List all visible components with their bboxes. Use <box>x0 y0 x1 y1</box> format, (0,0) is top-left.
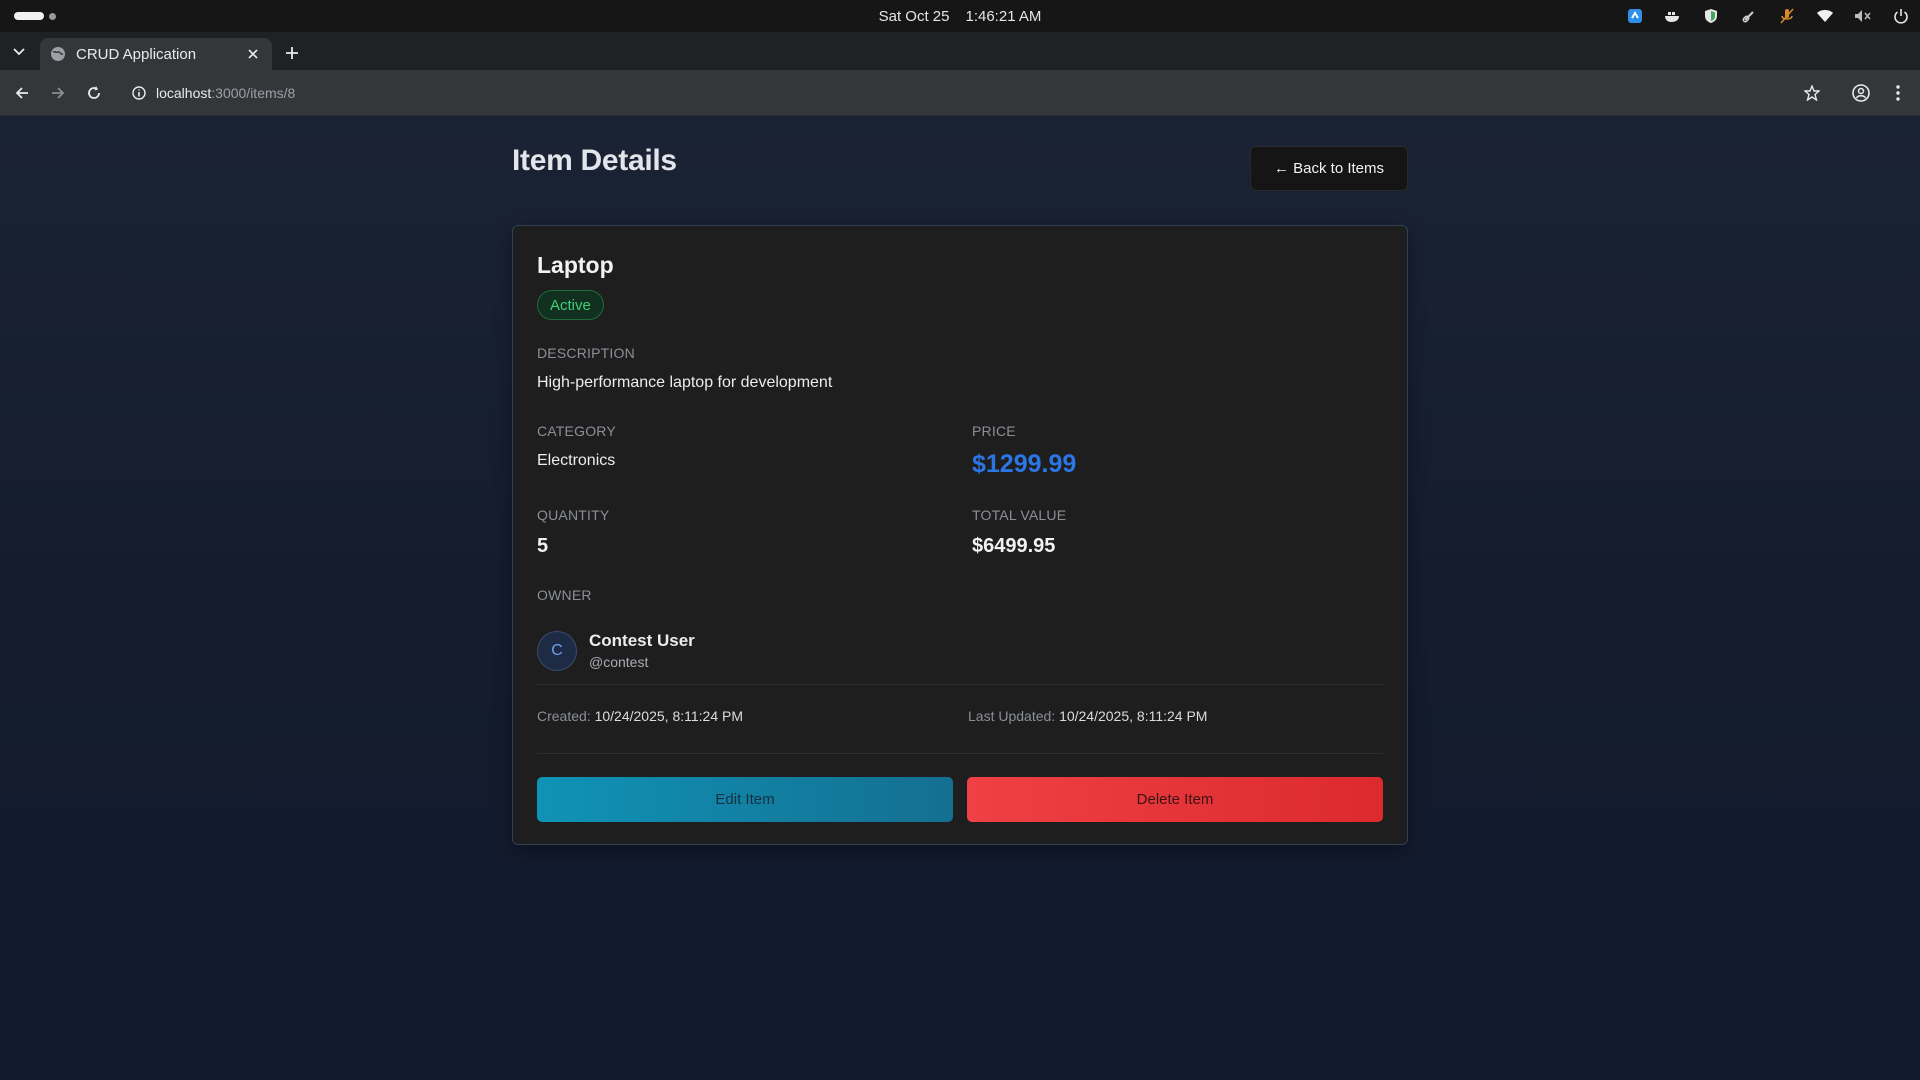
updated-value: 10/24/2025, 8:11:24 PM <box>1059 708 1208 724</box>
browser-toolbar: localhost:3000/items/8 <box>0 70 1920 116</box>
url-text[interactable]: localhost:3000/items/8 <box>156 85 295 101</box>
category-label: CATEGORY <box>537 423 616 439</box>
profile-button[interactable] <box>1849 81 1873 105</box>
profile-icon <box>1852 84 1870 102</box>
back-nav-button[interactable] <box>10 81 34 105</box>
forward-nav-button[interactable] <box>46 81 70 105</box>
category-value: Electronics <box>537 452 616 469</box>
created-value: 10/24/2025, 8:11:24 PM <box>594 708 744 724</box>
bookmark-button[interactable] <box>1800 81 1824 105</box>
browser-tab[interactable]: CRUD Application <box>40 38 272 70</box>
volume-icon[interactable] <box>1854 7 1872 25</box>
browser-menu-button[interactable] <box>1886 81 1910 105</box>
price-label: PRICE <box>972 423 1016 439</box>
info-icon[interactable] <box>132 86 146 100</box>
kebab-menu-icon <box>1896 85 1900 101</box>
reload-button[interactable] <box>82 81 106 105</box>
docker-icon[interactable] <box>1664 7 1682 25</box>
updated-meta: Last Updated: 10/24/2025, 8:11:24 PM <box>968 708 1207 724</box>
star-icon <box>1804 85 1820 101</box>
globe-icon <box>51 47 65 61</box>
divider <box>537 684 1383 685</box>
divider <box>537 753 1383 754</box>
updated-label: Last Updated: <box>968 708 1056 724</box>
created-meta: Created: 10/24/2025, 8:11:24 PM <box>537 708 743 724</box>
total-value-label: TOTAL VALUE <box>972 507 1067 523</box>
arrow-left-icon <box>15 87 28 99</box>
description-value: High-performance laptop for development <box>537 374 833 391</box>
new-tab-button[interactable] <box>280 41 304 65</box>
page-title: Item Details <box>512 144 677 177</box>
address-bar[interactable]: localhost:3000/items/8 <box>122 76 1822 110</box>
browser-tab-strip: CRUD Application <box>0 32 1920 70</box>
page-content: Item Details ← Back to Items Laptop Acti… <box>0 116 1920 1080</box>
quantity-label: QUANTITY <box>537 507 610 523</box>
tab-search-button[interactable] <box>6 39 32 65</box>
chevron-down-icon <box>13 48 25 56</box>
back-to-items-button[interactable]: ← Back to Items <box>1250 146 1408 191</box>
owner-handle: @contest <box>589 654 649 670</box>
arrow-right-icon <box>52 87 65 99</box>
os-time: 1:46:21 AM <box>965 7 1042 25</box>
tab-close-button[interactable] <box>244 45 262 63</box>
wifi-icon[interactable] <box>1816 7 1834 25</box>
description-label: DESCRIPTION <box>537 345 635 361</box>
url-host: localhost <box>156 85 212 101</box>
created-label: Created: <box>537 708 591 724</box>
mic-off-icon[interactable] <box>1778 7 1796 25</box>
edit-item-button[interactable]: Edit Item <box>537 777 953 822</box>
tab-title: CRUD Application <box>76 45 197 63</box>
plus-icon <box>286 47 298 59</box>
quantity-value: 5 <box>537 535 549 557</box>
os-top-bar: Sat Oct 25 1:46:21 AM <box>0 0 1920 32</box>
shield-icon[interactable] <box>1702 7 1720 25</box>
avatar: C <box>537 631 577 671</box>
link-icon[interactable] <box>1740 7 1758 25</box>
app-icon[interactable] <box>1626 7 1644 25</box>
reload-icon <box>88 86 100 99</box>
owner-label: OWNER <box>537 587 592 603</box>
item-detail-card: Laptop Active DESCRIPTION High-performan… <box>512 225 1408 845</box>
total-value: $6499.95 <box>972 535 1056 557</box>
close-icon <box>248 49 258 59</box>
delete-item-button[interactable]: Delete Item <box>967 777 1383 822</box>
item-name: Laptop <box>537 252 614 278</box>
owner-name: Contest User <box>589 631 695 650</box>
power-icon[interactable] <box>1892 7 1910 25</box>
url-path: :3000/items/8 <box>211 85 296 101</box>
system-tray <box>1626 0 1910 32</box>
os-date: Sat Oct 25 <box>878 7 950 25</box>
status-badge: Active <box>537 290 604 320</box>
price-value: $1299.99 <box>972 450 1077 478</box>
